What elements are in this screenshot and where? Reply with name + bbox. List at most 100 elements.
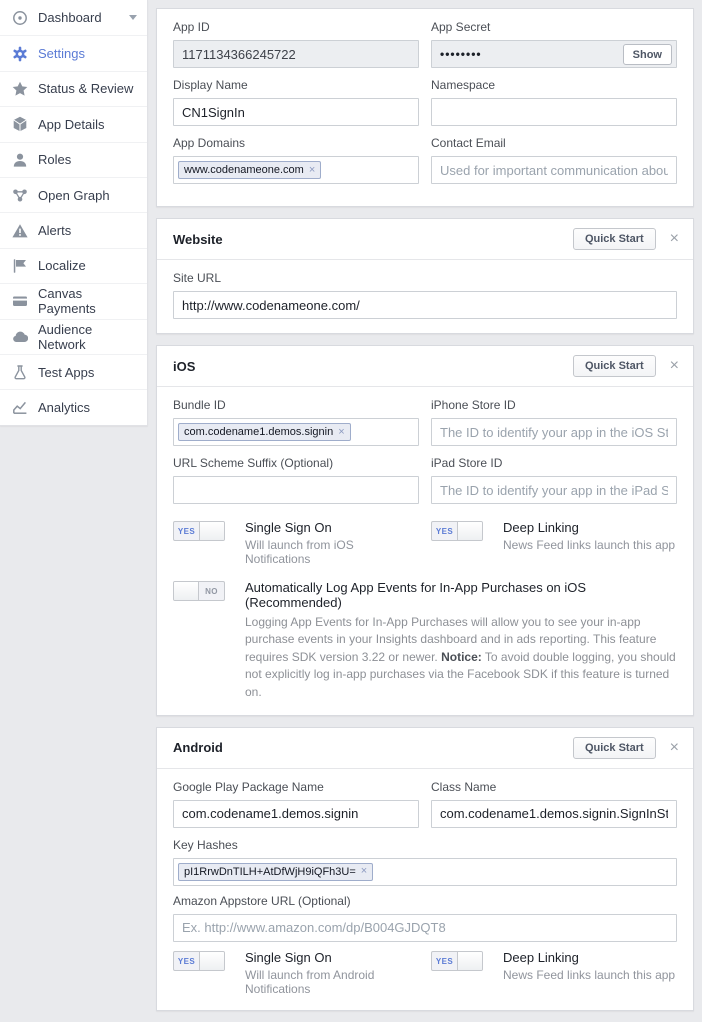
- sidebar-item-roles[interactable]: Roles: [0, 142, 147, 177]
- close-icon[interactable]: ×: [670, 231, 679, 247]
- url-scheme-suffix-label: URL Scheme Suffix (Optional): [173, 456, 419, 470]
- ipad-store-id-label: iPad Store ID: [431, 456, 677, 470]
- ios-section-title: iOS: [173, 359, 195, 374]
- sidebar-item-dashboard[interactable]: Dashboard: [0, 0, 147, 35]
- site-url-input[interactable]: [173, 291, 677, 319]
- app-secret-field[interactable]: •••••••• Show: [431, 40, 677, 68]
- sidebar-item-settings[interactable]: Settings: [0, 35, 147, 70]
- sidebar-item-audience-network[interactable]: Audience Network: [0, 319, 147, 354]
- ios-sso-subtitle: Will launch from iOS Notifications: [245, 538, 419, 566]
- app-domain-token: www.codenameone.com×: [178, 161, 321, 179]
- ios-auto-log-description: Logging App Events for In-App Purchases …: [245, 614, 677, 701]
- sidebar-item-canvas-payments[interactable]: Canvas Payments: [0, 283, 147, 318]
- sidebar-item-test-apps[interactable]: Test Apps: [0, 354, 147, 389]
- sidebar-item-label: Alerts: [38, 223, 71, 238]
- ipad-store-id-input[interactable]: [431, 476, 677, 504]
- sidebar-item-label: Status & Review: [38, 81, 133, 96]
- sidebar-item-label: Analytics: [38, 400, 90, 415]
- amazon-appstore-url-input[interactable]: [173, 914, 677, 942]
- app-id-label: App ID: [173, 20, 419, 34]
- remove-token-icon[interactable]: ×: [338, 427, 344, 438]
- ios-sso-title: Single Sign On: [245, 520, 419, 535]
- website-quick-start-button[interactable]: Quick Start: [573, 228, 656, 250]
- sidebar-item-app-details[interactable]: App Details: [0, 106, 147, 141]
- settings-main: App ID 1171134366245722 App Secret •••••…: [156, 8, 694, 1022]
- remove-token-icon[interactable]: ×: [309, 165, 315, 176]
- contact-email-label: Contact Email: [431, 136, 677, 150]
- ios-quick-start-button[interactable]: Quick Start: [573, 355, 656, 377]
- google-play-package-input[interactable]: [173, 800, 419, 828]
- android-sso-title: Single Sign On: [245, 950, 419, 965]
- ios-single-sign-on-toggle[interactable]: YES: [173, 521, 225, 541]
- contact-email-input[interactable]: [431, 156, 677, 184]
- show-secret-button[interactable]: Show: [623, 44, 672, 65]
- sidebar-item-alerts[interactable]: Alerts: [0, 212, 147, 247]
- sidebar-item-label: App Details: [38, 117, 104, 132]
- android-section-title: Android: [173, 740, 223, 755]
- sidebar-item-label: Canvas Payments: [38, 286, 137, 316]
- ios-deep-linking-subtitle: News Feed links launch this app: [503, 538, 675, 552]
- site-url-label: Site URL: [173, 271, 677, 285]
- key-hashes-label: Key Hashes: [173, 838, 677, 852]
- nodes-icon: [12, 187, 28, 203]
- display-name-input[interactable]: [173, 98, 419, 126]
- remove-token-icon[interactable]: ×: [361, 866, 367, 877]
- amazon-appstore-url-label: Amazon Appstore URL (Optional): [173, 894, 677, 908]
- close-icon[interactable]: ×: [670, 740, 679, 756]
- website-card: Website Quick Start × Site URL: [156, 218, 694, 334]
- sidebar-item-label: Localize: [38, 258, 86, 273]
- key-hash-token: pI1RrwDnTILH+AtDfWjH9iQFh3U=×: [178, 863, 373, 881]
- bundle-id-input[interactable]: com.codename1.demos.signin×: [173, 418, 419, 446]
- app-id-value: 1171134366245722: [182, 47, 296, 62]
- cloud-icon: [12, 329, 28, 345]
- toggle-knob: [174, 582, 199, 600]
- iphone-store-id-input[interactable]: [431, 418, 677, 446]
- key-hashes-input[interactable]: pI1RrwDnTILH+AtDfWjH9iQFh3U=×: [173, 858, 677, 886]
- flag-icon: [12, 258, 28, 274]
- flask-icon: [12, 364, 28, 380]
- close-icon[interactable]: ×: [670, 358, 679, 374]
- android-single-sign-on-toggle[interactable]: YES: [173, 951, 225, 971]
- sidebar-item-label: Roles: [38, 152, 71, 167]
- gear-icon: [12, 46, 28, 62]
- sidebar-item-analytics[interactable]: Analytics: [0, 389, 147, 424]
- star-icon: [12, 81, 28, 97]
- ios-card: iOS Quick Start × Bundle ID com.codename…: [156, 345, 694, 716]
- chart-icon: [12, 399, 28, 415]
- sidebar-item-open-graph[interactable]: Open Graph: [0, 177, 147, 212]
- ios-deep-linking-toggle[interactable]: YES: [431, 521, 483, 541]
- ios-auto-log-events-toggle[interactable]: NO: [173, 581, 225, 601]
- namespace-input[interactable]: [431, 98, 677, 126]
- sidebar: Dashboard Settings Status & Review App D…: [0, 0, 148, 426]
- ios-deep-linking-title: Deep Linking: [503, 520, 675, 535]
- sidebar-item-label: Audience Network: [38, 322, 137, 352]
- dashboard-icon: [12, 10, 28, 26]
- android-quick-start-button[interactable]: Quick Start: [573, 737, 656, 759]
- card-icon: [12, 293, 28, 309]
- bundle-id-label: Bundle ID: [173, 398, 419, 412]
- chevron-down-icon[interactable]: [129, 15, 137, 20]
- website-section-title: Website: [173, 232, 223, 247]
- ios-auto-log-title: Automatically Log App Events for In-App …: [245, 580, 677, 610]
- toggle-knob: [457, 952, 482, 970]
- toggle-knob: [199, 952, 224, 970]
- namespace-label: Namespace: [431, 78, 677, 92]
- sidebar-item-status-review[interactable]: Status & Review: [0, 71, 147, 106]
- sidebar-item-label: Dashboard: [38, 10, 102, 25]
- android-deep-linking-title: Deep Linking: [503, 950, 675, 965]
- url-scheme-suffix-input[interactable]: [173, 476, 419, 504]
- iphone-store-id-label: iPhone Store ID: [431, 398, 677, 412]
- app-id-field[interactable]: 1171134366245722: [173, 40, 419, 68]
- toggle-knob: [199, 522, 224, 540]
- notice-label: Notice:: [441, 650, 482, 664]
- warning-icon: [12, 223, 28, 239]
- sidebar-item-localize[interactable]: Localize: [0, 248, 147, 283]
- cube-icon: [12, 116, 28, 132]
- app-domains-label: App Domains: [173, 136, 419, 150]
- class-name-input[interactable]: [431, 800, 677, 828]
- app-domains-input[interactable]: www.codenameone.com×: [173, 156, 419, 184]
- person-icon: [12, 152, 28, 168]
- android-deep-linking-subtitle: News Feed links launch this app: [503, 968, 675, 982]
- android-deep-linking-toggle[interactable]: YES: [431, 951, 483, 971]
- app-secret-value: ••••••••: [440, 47, 482, 61]
